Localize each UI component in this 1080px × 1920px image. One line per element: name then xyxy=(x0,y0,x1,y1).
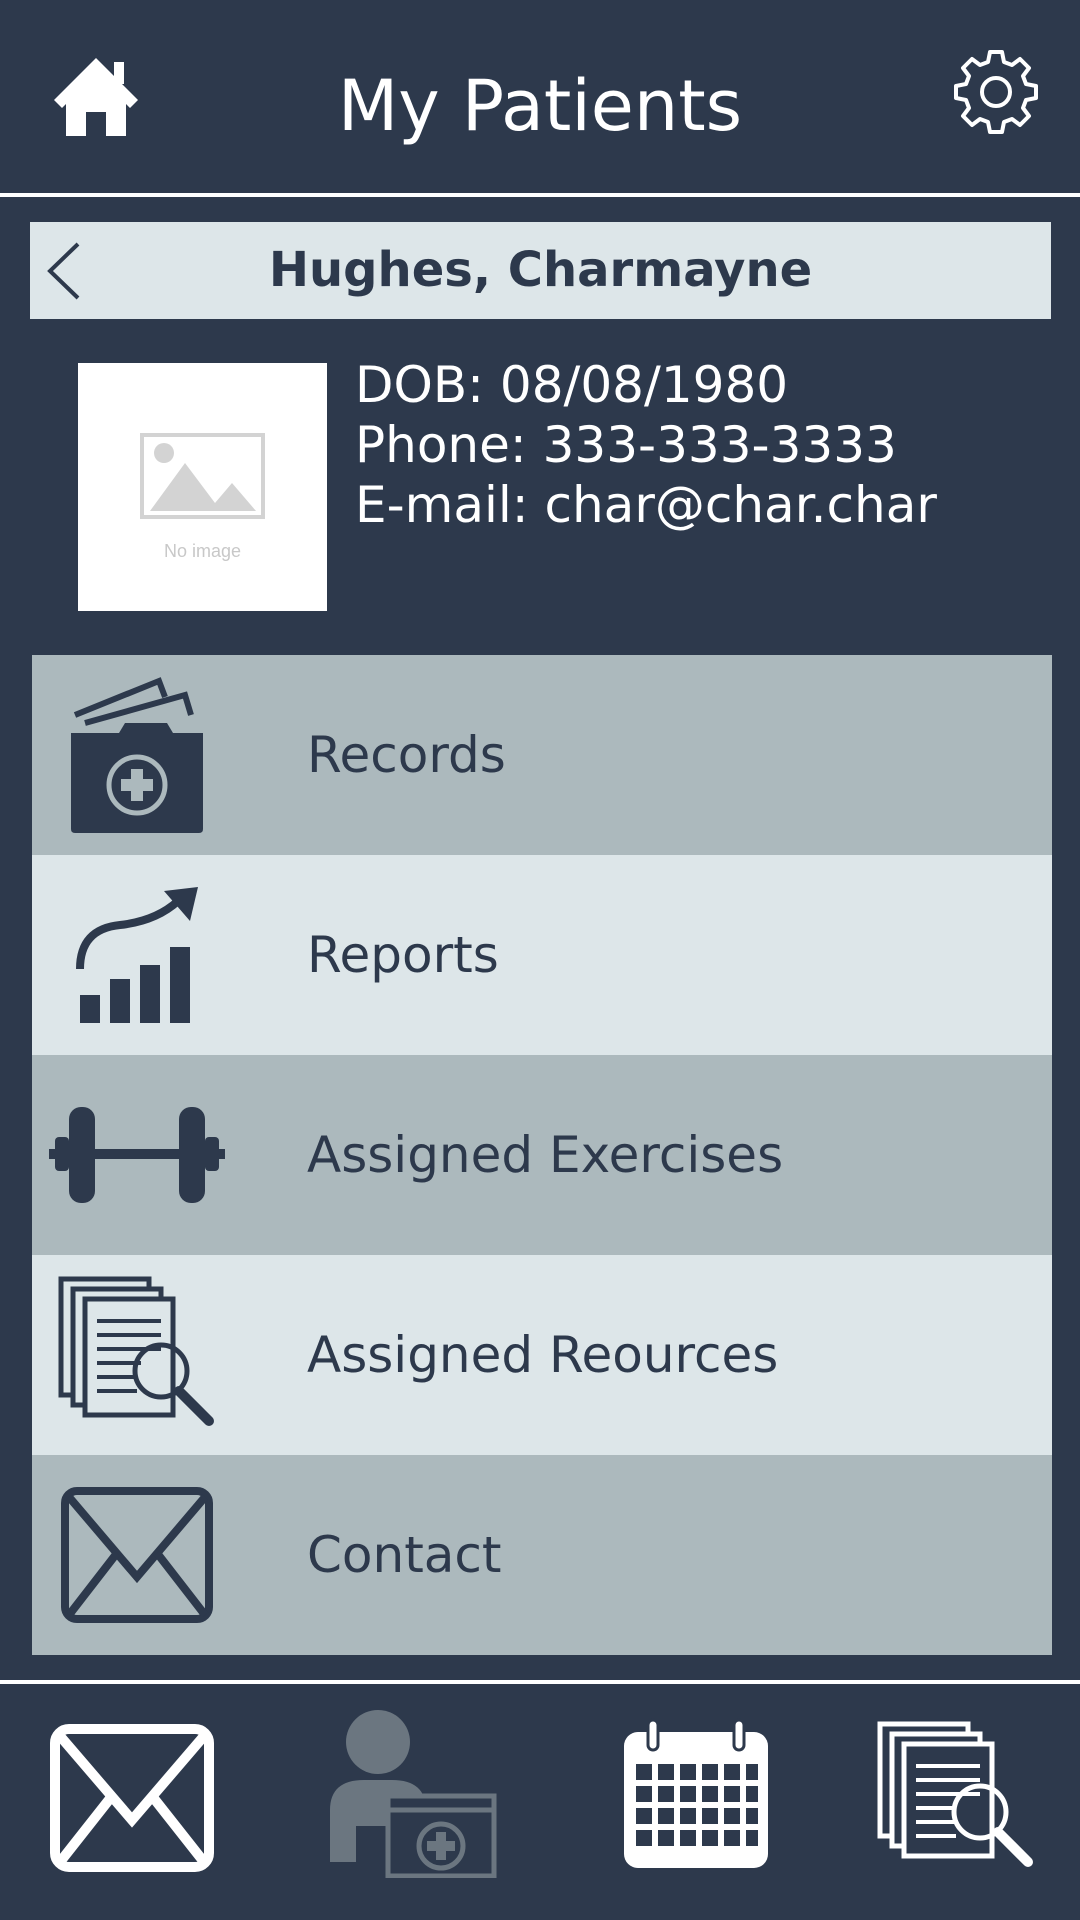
menu-item-records[interactable]: Records xyxy=(32,655,1052,855)
patient-name-bar: Hughes, Charmayne xyxy=(30,222,1051,319)
patient-photo: No image xyxy=(78,363,327,611)
menu-label-contact: Contact xyxy=(307,1526,502,1584)
bar-chart-icon xyxy=(76,887,198,1023)
menu-item-assigned-exercises[interactable]: Assigned Exercises xyxy=(32,1055,1052,1255)
patient-phone: Phone: 333-333-3333 xyxy=(355,416,897,474)
calendar-icon xyxy=(624,1718,768,1868)
gear-icon xyxy=(954,50,1038,134)
menu-label-reports: Reports xyxy=(307,926,499,984)
envelope-icon xyxy=(50,1724,214,1872)
patient-email: E-mail: char@char.char xyxy=(355,476,937,534)
settings-button[interactable] xyxy=(952,48,1040,136)
menu-label-records: Records xyxy=(307,726,506,784)
back-button[interactable] xyxy=(42,240,84,302)
menu-item-contact[interactable]: Contact xyxy=(32,1455,1052,1655)
header-divider xyxy=(0,193,1080,197)
image-placeholder-icon xyxy=(140,433,265,519)
nav-calendar-button[interactable] xyxy=(622,1718,770,1875)
nav-messages-button[interactable] xyxy=(50,1724,214,1877)
menu-item-reports[interactable]: Reports xyxy=(32,855,1052,1055)
photo-placeholder-text: No image xyxy=(163,541,242,561)
page-title: My Patients xyxy=(337,65,743,147)
patient-name: Hughes, Charmayne xyxy=(268,242,813,298)
bottom-nav xyxy=(0,1684,1080,1920)
dumbbell-icon xyxy=(49,1107,225,1203)
patient-info: DOB: 08/08/1980 Phone: 333-333-3333 E-ma… xyxy=(355,355,937,535)
patient-dob: DOB: 08/08/1980 xyxy=(355,356,789,414)
menu-label-assigned-exercises: Assigned Exercises xyxy=(307,1126,784,1184)
patient-record-icon xyxy=(330,1710,497,1879)
document-search-icon xyxy=(58,1276,214,1426)
patient-menu: Records Reports Assigned Exercises Assig… xyxy=(32,655,1052,1655)
nav-resources-button[interactable] xyxy=(876,1720,1036,1877)
app-header: My Patients xyxy=(0,0,1080,193)
nav-patients-button[interactable] xyxy=(328,1706,498,1883)
menu-item-assigned-resources[interactable]: Assigned Reources xyxy=(32,1255,1052,1455)
medical-folder-icon xyxy=(71,677,203,833)
menu-label-assigned-resources: Assigned Reources xyxy=(307,1326,779,1384)
document-search-icon xyxy=(877,1721,1033,1867)
envelope-icon xyxy=(61,1487,213,1623)
chevron-left-icon xyxy=(47,242,80,300)
